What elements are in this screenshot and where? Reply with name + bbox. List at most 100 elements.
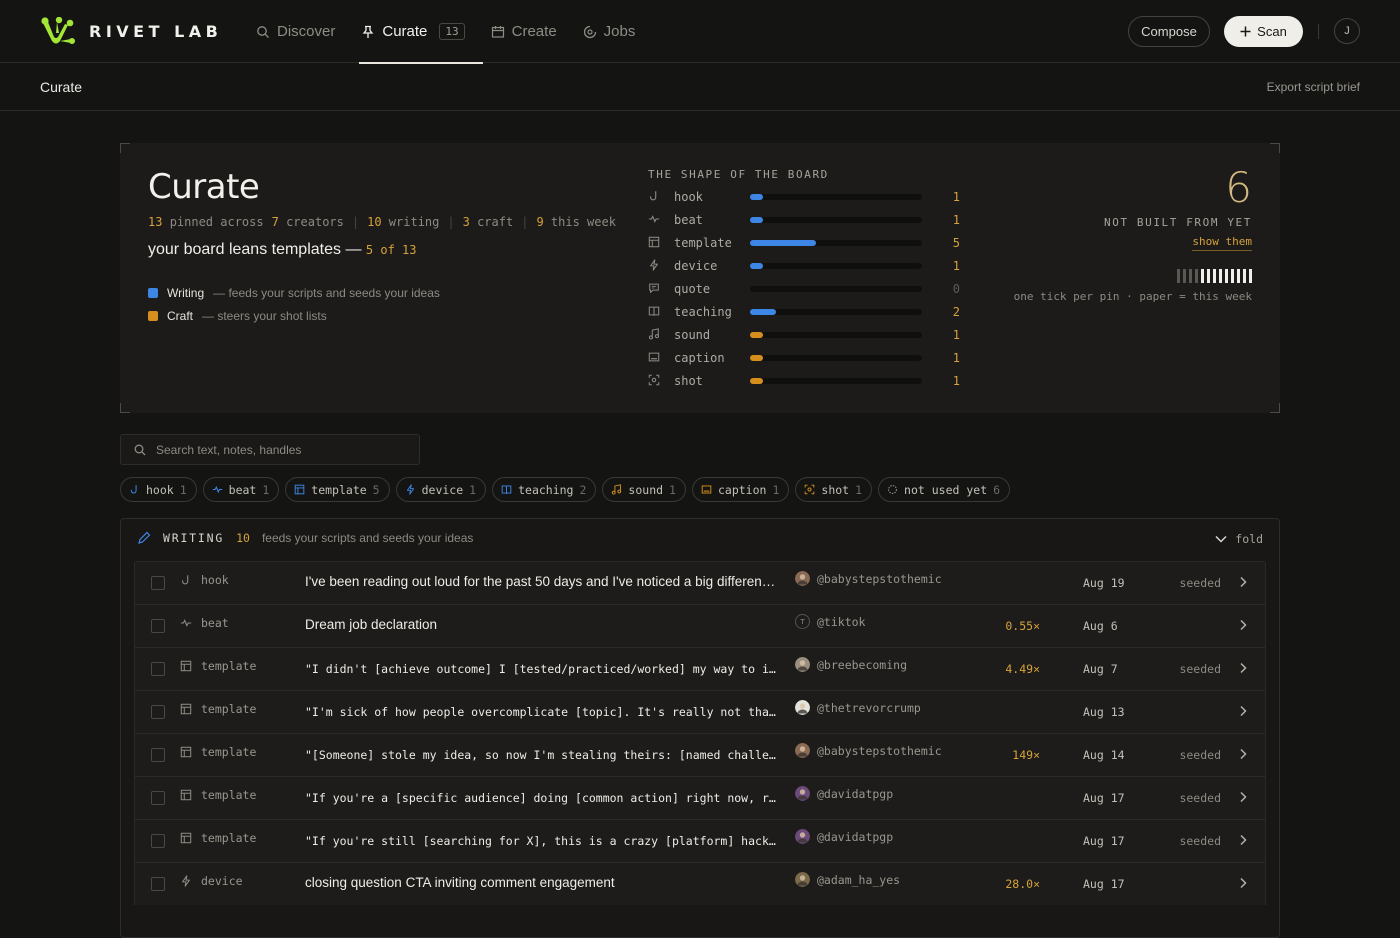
pin-ticks (1177, 269, 1252, 283)
writing-row[interactable]: device closing question CTA inviting comm… (134, 862, 1266, 905)
brand-logo[interactable]: RIVET LAB (40, 17, 222, 46)
filter-chip-hook[interactable]: hook 1 (120, 477, 197, 502)
creator-handle[interactable]: @breebecoming (817, 658, 907, 672)
nav-tab-label: Jobs (603, 23, 636, 40)
unbuilt-count: 6 (1225, 163, 1252, 212)
shape-label: template (674, 236, 732, 250)
corner-mark (1270, 143, 1280, 153)
filter-chip-shot[interactable]: shot 1 (795, 477, 873, 502)
stat-separator: | (447, 215, 455, 229)
pin-tick (1207, 269, 1210, 283)
row-checkbox[interactable] (151, 619, 165, 633)
chip-count: 1 (262, 482, 270, 497)
nav-tab-create[interactable]: Create (491, 0, 557, 63)
main-nav: Discover Curate 13 Create Jobs (256, 0, 661, 64)
chip-count: 1 (179, 482, 187, 497)
filter-chip-template[interactable]: template 5 (285, 477, 390, 502)
creator-avatar (795, 743, 810, 758)
filter-chip-device[interactable]: device 1 (395, 477, 487, 502)
filter-chip-caption[interactable]: caption 1 (691, 477, 790, 502)
writing-row[interactable]: beat Dream job declaration T @tiktok 0.55× Au… (134, 604, 1266, 647)
nav-tab-jobs[interactable]: Jobs (583, 0, 636, 63)
creator-handle[interactable]: @davidatpgp (817, 830, 893, 844)
quote-icon (648, 282, 662, 296)
shape-title: THE SHAPE OF THE BOARD (648, 168, 829, 181)
creator-handle[interactable]: @thetrevorcrump (817, 701, 921, 715)
shape-label: hook (674, 190, 703, 204)
show-them-link[interactable]: show them (1192, 235, 1252, 251)
row-checkbox[interactable] (151, 791, 165, 805)
chevron-right-icon[interactable] (1237, 576, 1249, 588)
creator-handle[interactable]: @tiktok (817, 615, 865, 629)
pulse-icon (212, 484, 223, 495)
chevron-right-icon[interactable] (1237, 877, 1249, 889)
shape-count: 2 (952, 305, 960, 319)
row-checkbox[interactable] (151, 834, 165, 848)
scan-button[interactable]: Scan (1224, 16, 1303, 47)
chip-count: 1 (772, 482, 780, 497)
search-box[interactable] (120, 434, 420, 465)
creator-handle[interactable]: @davidatpgp (817, 787, 893, 801)
filter-chip-beat[interactable]: beat 1 (202, 477, 280, 502)
nav-tab-discover[interactable]: Discover (256, 0, 335, 63)
filter-chip-sound[interactable]: sound 1 (602, 477, 686, 502)
creator-handle[interactable]: @babystepstothemic (817, 744, 942, 758)
performance-multiplier: 28.0× (1005, 877, 1040, 891)
chevron-right-icon[interactable] (1237, 662, 1249, 674)
lean-text: your board leans templates — (148, 241, 362, 258)
writing-header: WRITING 10 feeds your scripts and seeds … (137, 531, 473, 545)
shape-row-device: device 1 (648, 257, 960, 275)
search-icon (134, 444, 146, 456)
row-checkbox[interactable] (151, 576, 165, 590)
compose-button[interactable]: Compose (1128, 16, 1210, 47)
writing-row[interactable]: template "I'm sick of how people overcomp… (134, 690, 1266, 733)
row-type: template (201, 745, 257, 759)
book-icon (501, 484, 512, 495)
group-legend: Writing — feeds your scripts and seeds yo… (148, 281, 440, 327)
pin-tick (1219, 269, 1222, 283)
chevron-right-icon[interactable] (1237, 791, 1249, 803)
writing-row[interactable]: hook I've been reading out loud for the p… (134, 561, 1266, 604)
scan-label: Scan (1257, 24, 1287, 39)
writing-row[interactable]: template "If you're a [specific audience]… (134, 776, 1266, 819)
chip-count: 5 (372, 482, 380, 497)
chip-label: device (421, 482, 464, 497)
writing-row[interactable]: template "If you're still [searching for … (134, 819, 1266, 862)
frog-logo-icon (40, 17, 75, 46)
chip-label: caption (717, 482, 767, 497)
filter-chip-not-used-yet[interactable]: not used yet 6 (878, 477, 1011, 502)
pin-tick (1237, 269, 1240, 283)
seeded-status: seeded (1179, 662, 1221, 676)
chevron-right-icon[interactable] (1237, 619, 1249, 631)
user-avatar[interactable]: J (1334, 18, 1360, 44)
shape-bar (750, 240, 816, 246)
calendar-icon (491, 25, 505, 39)
row-checkbox[interactable] (151, 705, 165, 719)
shape-count: 0 (952, 282, 960, 296)
row-checkbox[interactable] (151, 877, 165, 891)
writing-row[interactable]: template "I didn't [achieve outcome] I [t… (134, 647, 1266, 690)
row-date: Aug 17 (1083, 834, 1125, 848)
creator-handle[interactable]: @babystepstothemic (817, 572, 942, 586)
shape-count: 5 (952, 236, 960, 250)
hook-icon (129, 484, 140, 495)
corner-mark (120, 143, 130, 153)
row-checkbox[interactable] (151, 748, 165, 762)
pin-tick (1183, 269, 1186, 283)
row-checkbox[interactable] (151, 662, 165, 676)
stat-text: writing (388, 215, 440, 229)
nav-tab-curate[interactable]: Curate 13 (359, 0, 483, 64)
writing-row[interactable]: template "[Someone] stole my idea, so now… (134, 733, 1266, 776)
pin-tick (1231, 269, 1234, 283)
filter-chip-teaching[interactable]: teaching 2 (492, 477, 597, 502)
export-script-brief-link[interactable]: Export script brief (1267, 80, 1360, 94)
corner-mark (1270, 403, 1280, 413)
chevron-right-icon[interactable] (1237, 705, 1249, 717)
page-title: Curate (40, 79, 83, 95)
shape-bar (750, 263, 763, 269)
creator-handle[interactable]: @adam_ha_yes (817, 873, 900, 887)
chevron-right-icon[interactable] (1237, 748, 1249, 760)
chevron-right-icon[interactable] (1237, 834, 1249, 846)
search-input[interactable] (156, 442, 406, 457)
fold-toggle[interactable]: fold (1215, 532, 1263, 546)
